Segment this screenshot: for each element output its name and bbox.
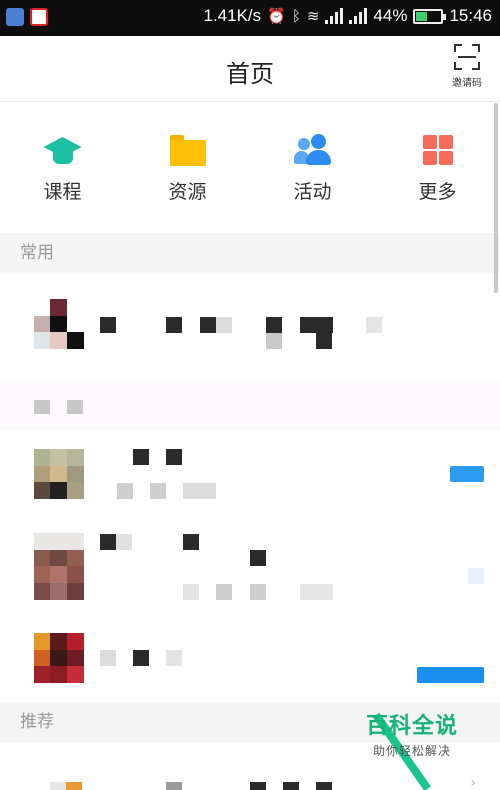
watermark-title: 百科全说 — [365, 714, 458, 739]
redacted-text — [183, 584, 199, 600]
signal-2-icon — [349, 8, 368, 24]
redacted-text — [266, 333, 282, 349]
qq-app-icon — [30, 8, 48, 26]
invite-code-label: 邀请码 — [452, 78, 482, 89]
redacted-text — [183, 534, 199, 550]
section-header-common: 常用 — [0, 233, 500, 273]
scrollbar[interactable] — [494, 103, 498, 293]
nav-label: 课程 — [43, 181, 82, 203]
nav-label: 活动 — [293, 181, 332, 203]
redacted-text — [300, 584, 333, 600]
redacted-text — [150, 483, 166, 499]
redacted-text — [166, 317, 182, 333]
redacted-text — [250, 550, 266, 566]
item-thumbnail — [34, 449, 84, 499]
network-speed: 1.41K/s — [203, 6, 262, 25]
redacted-text — [200, 317, 216, 333]
security-app-icon — [6, 8, 24, 26]
redacted-text — [116, 534, 132, 550]
graduation-cap-icon — [43, 133, 82, 167]
redacted-text — [250, 584, 266, 600]
item-thumbnail — [34, 299, 84, 349]
list-item[interactable] — [0, 273, 500, 383]
scan-icon — [454, 44, 480, 70]
redacted-text — [250, 782, 266, 790]
status-badge — [468, 568, 484, 584]
chevron-right-icon: › — [470, 775, 476, 790]
status-badge — [417, 667, 484, 683]
list-item[interactable] — [0, 516, 500, 616]
redacted-text — [133, 650, 149, 666]
redacted-text — [316, 333, 332, 349]
redacted-text — [316, 782, 332, 790]
nav-label: 更多 — [418, 181, 457, 203]
item-thumbnail — [34, 633, 84, 683]
watermark: 百科全说 助你轻松解决 — [348, 708, 476, 759]
nav-item-more[interactable]: 更多 — [375, 103, 500, 233]
nav-item-resources[interactable]: 资源 — [125, 103, 250, 233]
watermark-subtitle: 助你轻松解决 — [372, 744, 451, 758]
redacted-text — [67, 400, 83, 414]
nav-label: 资源 — [168, 181, 207, 203]
list-item[interactable] — [0, 616, 500, 702]
redacted-text — [34, 400, 50, 414]
redacted-text — [300, 317, 333, 333]
redacted-text — [117, 483, 133, 499]
folder-icon — [169, 133, 207, 167]
invite-code-button[interactable]: 邀请码 — [448, 44, 486, 89]
status-bar: 1.41K/s ⏰ ᛒ ≋ 44% 15:46 — [0, 0, 500, 36]
wifi-icon: ≋ — [306, 8, 320, 25]
redacted-text — [166, 650, 182, 666]
page-title: 首页 — [226, 60, 274, 88]
people-icon — [293, 133, 332, 167]
quick-nav: 课程 资源 活动 更多 — [0, 103, 500, 233]
redacted-text — [50, 782, 66, 790]
redacted-text — [366, 317, 382, 333]
redacted-text — [166, 449, 182, 465]
nav-item-activities[interactable]: 活动 — [250, 103, 375, 233]
redacted-text — [166, 782, 182, 790]
status-badge — [450, 466, 484, 482]
list-item[interactable] — [0, 431, 500, 516]
redacted-text — [216, 584, 232, 600]
battery-fill — [416, 11, 428, 21]
nav-item-courses[interactable]: 课程 — [0, 103, 125, 233]
redacted-text — [100, 317, 116, 333]
clock: 15:46 — [449, 6, 492, 25]
grid-icon — [419, 133, 457, 167]
redacted-text — [100, 534, 116, 550]
alarm-icon: ⏰ — [267, 8, 286, 25]
item-thumbnail — [34, 533, 84, 600]
app-header: 首页 邀请码 — [0, 36, 500, 102]
bluetooth-icon: ᛒ — [291, 7, 301, 25]
redacted-text — [100, 650, 116, 666]
notification-icons — [6, 8, 48, 26]
redacted-text — [183, 483, 216, 499]
redacted-text — [133, 449, 149, 465]
redacted-text — [266, 317, 282, 333]
redacted-text — [66, 782, 82, 790]
redacted-text — [216, 317, 232, 333]
battery-icon — [413, 8, 447, 24]
redacted-text — [283, 782, 299, 790]
signal-icon — [325, 8, 344, 24]
list-item[interactable] — [0, 383, 500, 431]
battery-percent: 44% — [373, 6, 408, 25]
